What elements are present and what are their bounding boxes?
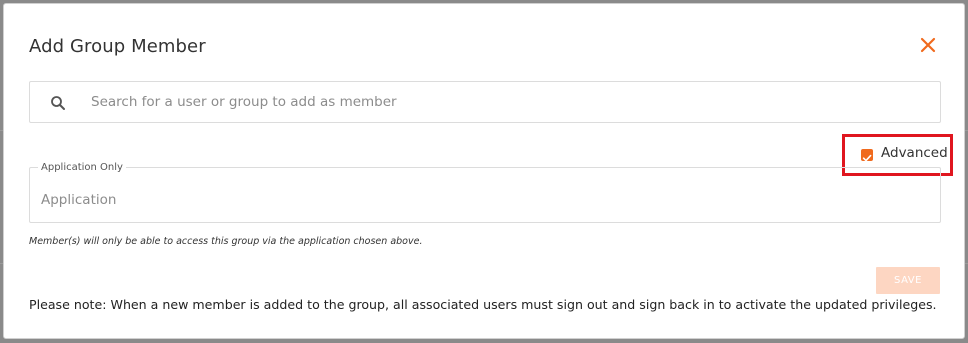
search-field[interactable] bbox=[29, 81, 941, 123]
dialog-title: Add Group Member bbox=[29, 36, 206, 57]
application-placeholder: Application bbox=[41, 192, 117, 208]
save-button[interactable]: SAVE bbox=[876, 267, 940, 294]
search-input[interactable] bbox=[91, 82, 921, 122]
advanced-checkbox[interactable] bbox=[861, 149, 873, 162]
privileges-note: Please note: When a new member is added … bbox=[29, 297, 937, 312]
close-button[interactable] bbox=[918, 35, 938, 55]
checkmark-icon bbox=[862, 154, 872, 162]
search-icon bbox=[51, 96, 65, 110]
close-icon bbox=[920, 37, 936, 53]
application-legend: Application Only bbox=[38, 162, 126, 173]
add-group-member-dialog: Add Group Member Advanced Application On… bbox=[3, 3, 965, 339]
application-select[interactable]: Application Only Application bbox=[29, 162, 941, 223]
application-hint: Member(s) will only be able to access th… bbox=[29, 236, 423, 247]
advanced-label: Advanced bbox=[881, 145, 948, 161]
